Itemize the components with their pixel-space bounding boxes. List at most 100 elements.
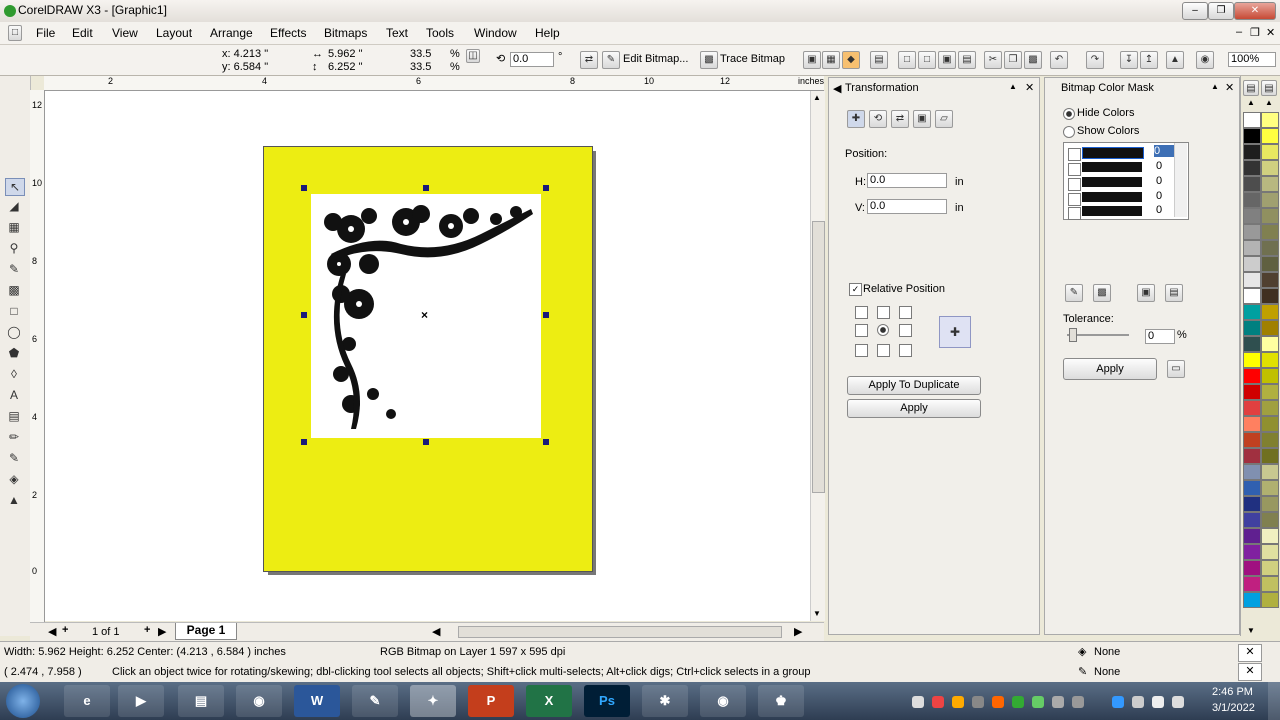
mask-row-tolerance[interactable]: 0 (1156, 160, 1162, 172)
color-swatch[interactable] (1243, 416, 1261, 432)
doc-close-button[interactable]: ✕ (1266, 26, 1275, 39)
doc-minimize-button[interactable]: – (1236, 26, 1242, 38)
color-swatch[interactable] (1261, 336, 1279, 352)
x-position-field[interactable]: x: 4.213 " (222, 48, 268, 60)
anchor-top-center[interactable] (877, 306, 890, 319)
scale-x-field[interactable]: 33.5 (410, 48, 431, 60)
first-page-icon[interactable]: ◀ (48, 625, 56, 638)
zoom-level-field[interactable]: 100% (1228, 52, 1276, 67)
internet-explorer-icon[interactable]: e (64, 685, 110, 717)
color-swatch[interactable] (1261, 160, 1279, 176)
outline-tool-icon[interactable]: ✎ (5, 450, 23, 466)
color-swatch[interactable] (1243, 304, 1261, 320)
trace-bitmap-button[interactable]: Trace Bitmap (720, 53, 785, 65)
menu-arrange[interactable]: Arrange (210, 26, 253, 40)
tray-icon[interactable] (992, 696, 1004, 708)
color-swatch[interactable] (1261, 144, 1279, 160)
mask-row-checkbox[interactable] (1068, 207, 1081, 220)
application-launcher-icon[interactable]: ▲ (1166, 51, 1184, 69)
menu-help[interactable]: Help (535, 26, 560, 40)
word-icon[interactable]: W (294, 685, 340, 717)
mask-row-checkbox[interactable] (1068, 193, 1081, 206)
color-selector-icon[interactable]: ✎ (1065, 284, 1083, 302)
color-swatch[interactable] (1243, 432, 1261, 448)
tolerance-slider-thumb[interactable] (1069, 328, 1077, 342)
docker-close-icon[interactable]: ✕ (1025, 81, 1034, 94)
color-swatch[interactable] (1243, 448, 1261, 464)
export-icon[interactable]: ↥ (1140, 51, 1158, 69)
close-button[interactable]: ✕ (1234, 2, 1276, 20)
scroll-left-icon[interactable]: ◀ (432, 625, 440, 638)
color-swatch[interactable] (1243, 224, 1261, 240)
anchor-bottom-center[interactable] (877, 344, 890, 357)
size-mode-icon[interactable]: ▣ (913, 110, 931, 128)
color-swatch[interactable] (1261, 400, 1279, 416)
color-swatch[interactable] (1243, 208, 1261, 224)
polygon-tool-icon[interactable]: ⬟ (5, 345, 23, 361)
pick-tool-icon[interactable]: ↖ (5, 178, 25, 196)
wrap-text-icon[interactable]: ▤ (870, 51, 888, 69)
add-page-icon[interactable]: + (62, 624, 68, 636)
new-icon[interactable]: □ (898, 51, 916, 69)
show-colors-radio[interactable] (1063, 126, 1075, 138)
color-swatch[interactable] (1261, 528, 1279, 544)
apply-button[interactable]: Apply (847, 399, 981, 418)
text-tool-icon[interactable]: A (5, 387, 23, 403)
color-swatch[interactable] (1261, 576, 1279, 592)
game-icon[interactable]: ♚ (758, 685, 804, 717)
color-swatch[interactable] (1243, 592, 1261, 608)
color-swatch[interactable] (1243, 576, 1261, 592)
selection-handle[interactable] (301, 185, 307, 191)
file-explorer-icon[interactable]: ▤ (178, 685, 224, 717)
color-swatch[interactable] (1243, 496, 1261, 512)
color-swatch[interactable] (1261, 496, 1279, 512)
tray-icon[interactable] (932, 696, 944, 708)
mask-row-tolerance[interactable]: 0 (1156, 175, 1162, 187)
open-mask-icon[interactable]: ▤ (1165, 284, 1183, 302)
color-swatch[interactable] (1243, 512, 1261, 528)
color-swatch[interactable] (1261, 416, 1279, 432)
color-swatch[interactable] (1243, 544, 1261, 560)
palette-menu-icon[interactable]: ▤ (1243, 80, 1259, 96)
tray-icon[interactable] (952, 696, 964, 708)
mask-color-list[interactable]: 0 0 0 0 0 (1063, 142, 1189, 220)
h-position-input[interactable]: 0.0 (867, 173, 947, 188)
scale-mirror-mode-icon[interactable]: ⇄ (891, 110, 909, 128)
menu-text[interactable]: Text (386, 26, 408, 40)
color-swatch[interactable] (1243, 352, 1261, 368)
color-swatch[interactable] (1243, 176, 1261, 192)
smart-fill-tool-icon[interactable]: ▩ (5, 282, 23, 298)
menu-edit[interactable]: Edit (72, 26, 93, 40)
print-icon[interactable]: ▤ (958, 51, 976, 69)
anchor-middle-right[interactable] (899, 324, 912, 337)
color-swatch[interactable] (1261, 192, 1279, 208)
mask-row-checkbox[interactable] (1068, 163, 1081, 176)
color-swatch[interactable] (1261, 480, 1279, 496)
tray-icon[interactable] (1012, 696, 1024, 708)
color-swatch[interactable] (1243, 144, 1261, 160)
tray-icon[interactable] (1112, 696, 1124, 708)
color-swatch[interactable] (1243, 336, 1261, 352)
color-swatch[interactable] (1261, 240, 1279, 256)
open-icon[interactable]: □ (918, 51, 936, 69)
color-swatch[interactable] (1243, 368, 1261, 384)
color-swatch[interactable] (1243, 400, 1261, 416)
clock-time[interactable]: 2:46 PM (1212, 686, 1253, 698)
tray-icon[interactable] (1072, 696, 1084, 708)
tray-icon[interactable] (1032, 696, 1044, 708)
collapse-icon[interactable]: ▲ (1009, 82, 1017, 91)
media-player-icon[interactable]: ▶ (118, 685, 164, 717)
powerpoint-icon[interactable]: P (468, 685, 514, 717)
color-swatch[interactable] (1243, 288, 1261, 304)
color-swatch[interactable] (1261, 288, 1279, 304)
collapse-icon[interactable]: ▲ (1211, 82, 1219, 91)
selection-handle[interactable] (543, 439, 549, 445)
color-swatch[interactable] (1261, 512, 1279, 528)
mask-row-checkbox[interactable] (1068, 148, 1081, 161)
color-swatch[interactable] (1243, 160, 1261, 176)
color-swatch[interactable] (1261, 208, 1279, 224)
scroll-down-icon[interactable]: ▼ (813, 609, 821, 618)
paint-icon[interactable]: ✎ (352, 685, 398, 717)
menu-bitmaps[interactable]: Bitmaps (324, 26, 367, 40)
mirror-icon[interactable]: ⇄ (580, 51, 598, 69)
